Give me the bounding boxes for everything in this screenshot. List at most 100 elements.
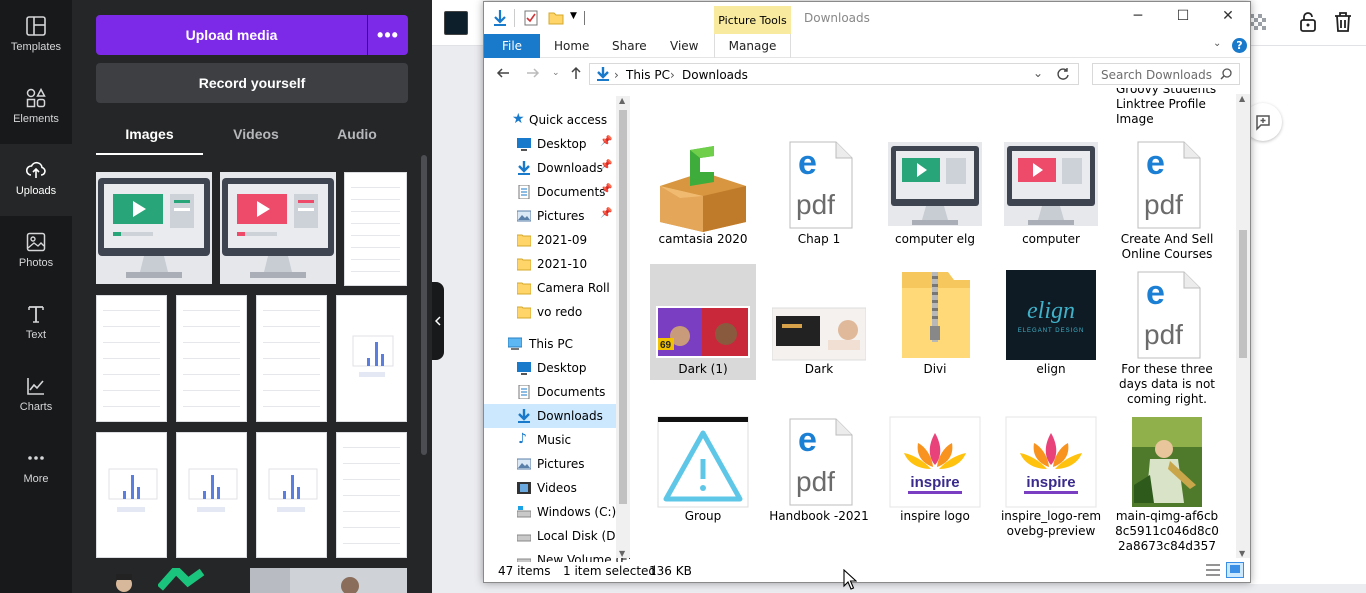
recent-locations-icon[interactable]: ⌄ — [552, 68, 560, 78]
breadcrumb-this-pc[interactable]: This PC — [626, 68, 670, 82]
file-item[interactable]: e pdf Chap 1 — [766, 134, 872, 274]
tab-audio[interactable]: Audio — [312, 126, 402, 142]
nav-item-local-disk-d[interactable]: Local Disk (D:) — [484, 524, 624, 548]
nav-item-desktop[interactable]: Desktop 📌 — [484, 132, 616, 156]
nav-item-documents[interactable]: Documents 📌 — [484, 180, 616, 204]
upload-thumbnail[interactable] — [96, 172, 212, 284]
search-input[interactable]: Search Downloads — [1092, 63, 1240, 85]
upload-thumbnail[interactable] — [220, 172, 336, 284]
upload-thumbnail[interactable] — [336, 295, 407, 422]
partial-file-label[interactable]: Groovy Students Linktree Profile Image — [1116, 88, 1226, 127]
upload-thumbnail[interactable] — [256, 432, 327, 558]
tab-videos[interactable]: Videos — [212, 126, 300, 142]
file-item[interactable]: 69 Dark (1) — [650, 264, 756, 380]
large-icons-view-icon[interactable] — [1226, 562, 1244, 578]
file-item[interactable]: computer elg — [882, 134, 988, 274]
address-dropdown-icon[interactable]: ⌄ — [1033, 66, 1043, 80]
upload-more-button[interactable]: ••• — [368, 15, 408, 55]
drive-icon — [517, 534, 531, 542]
desktop-icon — [517, 138, 531, 151]
tab-share[interactable]: Share — [612, 39, 647, 53]
file-item[interactable]: elign ELEGANT DESIGN elign — [998, 264, 1104, 380]
file-item[interactable]: Dark — [766, 264, 872, 380]
address-bar[interactable]: › This PC › Downloads ⌄ — [589, 63, 1079, 85]
svg-text:inspire: inspire — [1026, 474, 1075, 491]
back-arrow-icon[interactable] — [496, 66, 510, 80]
nav-item-documents-pc[interactable]: Documents — [484, 380, 616, 404]
uploads-panel: Upload media ••• Record yourself Images … — [72, 0, 432, 593]
breadcrumb-downloads[interactable]: Downloads — [682, 68, 748, 82]
rail-charts[interactable]: Charts — [0, 360, 72, 432]
properties-icon[interactable] — [524, 10, 538, 26]
upload-thumbnail[interactable] — [96, 432, 167, 558]
nav-item-windows-c[interactable]: Windows (C:) — [484, 500, 616, 524]
file-item[interactable]: main-qimg-af6cb8c5911c046d8c02a8673c84d3… — [1114, 411, 1220, 561]
nav-item-pictures[interactable]: Pictures 📌 — [484, 204, 616, 228]
close-button[interactable]: ✕ — [1218, 8, 1238, 28]
up-arrow-icon[interactable] — [570, 66, 582, 80]
rail-photos[interactable]: Photos — [0, 216, 72, 288]
upload-thumbnail[interactable] — [256, 295, 327, 422]
rail-templates[interactable]: Templates — [0, 0, 72, 72]
upload-thumbnail[interactable] — [250, 568, 407, 593]
upload-media-button[interactable]: Upload media — [96, 15, 367, 55]
nav-item-videos[interactable]: Videos — [484, 476, 616, 500]
upload-thumbnail[interactable] — [176, 295, 247, 422]
rail-uploads[interactable]: Uploads — [0, 144, 72, 216]
tab-images[interactable]: Images — [96, 126, 203, 142]
nav-item-camera-roll[interactable]: Camera Roll — [484, 276, 616, 300]
tab-home[interactable]: Home — [554, 39, 589, 53]
maximize-button[interactable]: ☐ — [1173, 8, 1193, 28]
file-list-scrollbar[interactable]: ▲ ▼ — [1236, 94, 1250, 558]
upload-thumbnail[interactable] — [96, 295, 167, 422]
file-item[interactable]: Group — [650, 411, 756, 551]
nav-item-desktop-pc[interactable]: Desktop — [484, 356, 616, 380]
file-item[interactable]: e pdf For these three days data is not co… — [1114, 264, 1220, 414]
transparency-icon[interactable] — [1250, 12, 1270, 34]
help-icon[interactable]: ? — [1232, 38, 1247, 53]
upload-thumbnail[interactable] — [176, 432, 247, 558]
color-swatch[interactable] — [444, 11, 468, 35]
ribbon-expand-icon[interactable]: ⌄ — [1213, 38, 1221, 49]
record-yourself-button[interactable]: Record yourself — [96, 63, 408, 103]
rail-elements[interactable]: Elements — [0, 72, 72, 144]
nav-item-downloads-pc[interactable]: Downloads — [484, 404, 616, 428]
nav-item-music[interactable]: ♪ Music — [484, 428, 616, 452]
tab-view[interactable]: View — [670, 39, 698, 53]
file-item[interactable]: inspire inspire_logo-removebg-preview — [998, 411, 1104, 551]
nav-item-this-pc[interactable]: This PC — [484, 332, 616, 356]
nav-item-2021-10[interactable]: 2021-10 — [484, 252, 616, 276]
minimize-button[interactable]: ─ — [1128, 8, 1148, 28]
svg-text:inspire: inspire — [910, 474, 959, 491]
upload-thumbnail[interactable] — [158, 568, 228, 593]
file-item[interactable]: e pdf Create And Sell Online Courses — [1114, 134, 1220, 274]
qat-dropdown-icon[interactable]: ▼ — [570, 11, 577, 21]
nav-scrollbar[interactable]: ▲ ▼ — [616, 96, 630, 558]
tab-file[interactable]: File — [484, 34, 540, 58]
rail-text[interactable]: Text — [0, 288, 72, 360]
refresh-icon[interactable] — [1056, 67, 1070, 81]
upload-thumbnail[interactable] — [344, 172, 407, 286]
nav-item-vo-redo[interactable]: vo redo — [484, 300, 616, 324]
forward-arrow-icon[interactable] — [526, 66, 540, 80]
details-view-icon[interactable] — [1205, 563, 1221, 577]
upload-thumbnail[interactable] — [336, 432, 407, 558]
nav-item-downloads[interactable]: Downloads 📌 — [484, 156, 616, 180]
upload-thumbnail[interactable] — [96, 568, 166, 593]
file-item[interactable]: Divi — [882, 264, 988, 380]
file-item[interactable]: inspire inspire logo — [882, 411, 988, 551]
rail-more[interactable]: More — [0, 432, 72, 504]
file-item[interactable]: computer — [998, 134, 1104, 274]
panel-scrollbar[interactable] — [421, 155, 427, 455]
nav-item-pictures-pc[interactable]: Pictures — [484, 452, 616, 476]
tab-manage[interactable]: Manage — [714, 34, 791, 58]
nav-item-2021-09[interactable]: 2021-09 — [484, 228, 616, 252]
trash-icon[interactable] — [1331, 10, 1355, 34]
file-item[interactable]: e pdf Handbook -2021 — [766, 411, 872, 551]
file-item[interactable]: camtasia 2020 — [650, 134, 756, 274]
lock-icon[interactable] — [1296, 10, 1320, 34]
nav-item-quick-access[interactable]: ★ Quick access — [484, 108, 616, 132]
download-arrow-icon[interactable] — [492, 9, 508, 27]
new-folder-icon[interactable] — [548, 11, 564, 25]
collapse-panel-button[interactable] — [432, 282, 444, 360]
